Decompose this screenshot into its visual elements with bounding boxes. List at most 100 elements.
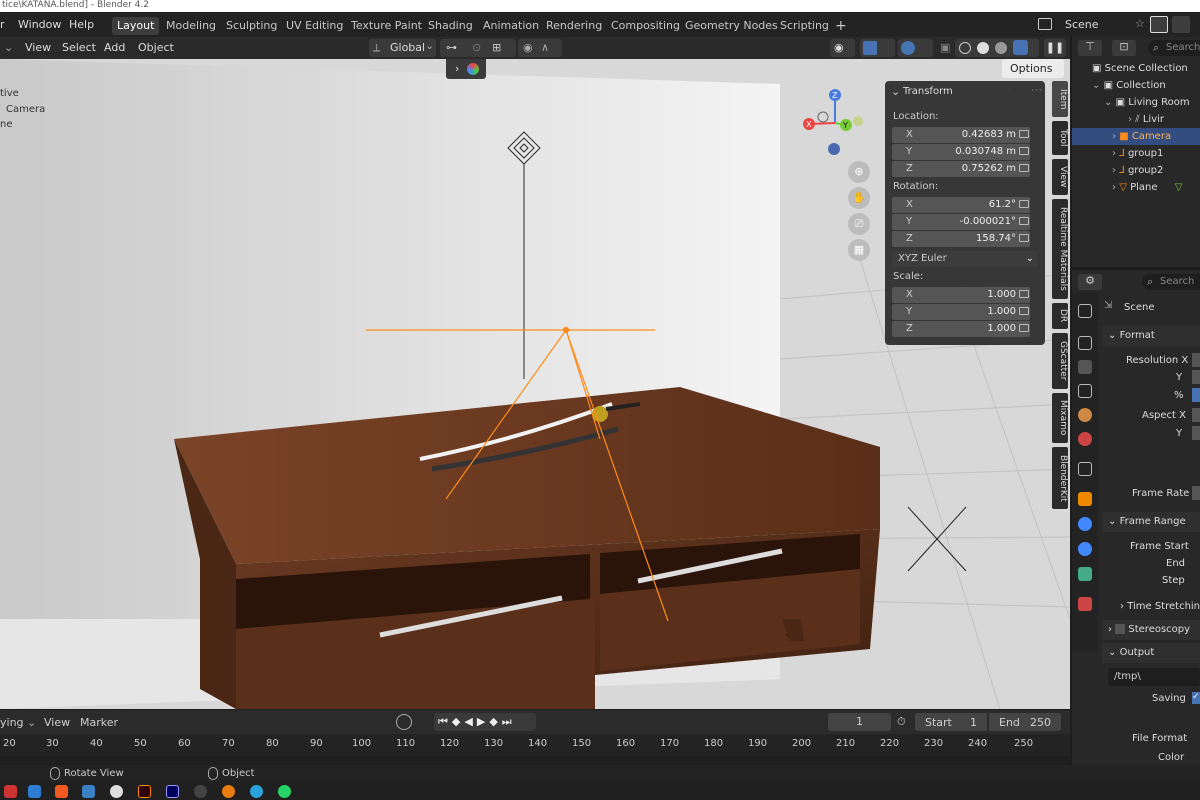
tab-layout[interactable]: Layout [112,17,160,35]
scale-z-field[interactable]: Z 1.000 [892,321,1030,337]
saving-checkbox[interactable]: ✓ [1192,692,1200,704]
outliner-row-plane[interactable]: › ▽ Plane ▽ [1072,179,1200,196]
tool-settings-toggle[interactable]: › [446,59,486,79]
view-layer-icon[interactable] [1078,384,1092,398]
editor-type-chevron-icon[interactable]: ⌄ [0,39,17,57]
app-icon[interactable] [194,785,207,798]
timeline-marker-menu[interactable]: Marker [80,716,118,729]
tab-dr[interactable]: DR [1052,303,1068,329]
rotation-x-field[interactable]: X 61.2° [892,197,1030,213]
timeline-view-menu[interactable]: View [44,716,70,729]
lock-icon[interactable] [1019,290,1029,298]
play-icon[interactable]: ▶ [477,715,489,728]
constraints-icon[interactable] [1078,542,1092,556]
current-frame-field[interactable]: 1 [828,713,891,731]
rotation-z-field[interactable]: Z 158.74° [892,231,1030,247]
start-frame-field[interactable]: Start 1 [915,713,987,731]
display-mode-icon[interactable]: ⊤ [1078,40,1102,56]
scale-x-field[interactable]: X 1.000 [892,287,1030,303]
format-section[interactable]: ⌄ Format [1102,326,1200,346]
playback-controls[interactable]: ⏮◆◀▶◆⏭ [434,713,536,731]
outliner-row-collection[interactable]: ⌄ ▣ Collection [1072,77,1200,94]
lock-icon[interactable] [1019,234,1029,242]
object-icon[interactable] [1078,492,1092,506]
outliner-search-input[interactable]: ⌕ Search [1148,40,1200,56]
resolution-y-field[interactable] [1192,370,1200,384]
perspective-grid-icon[interactable]: ▦ [848,239,870,261]
location-x-field[interactable]: X 0.42683 m [892,127,1030,143]
whatsapp-icon[interactable] [278,785,291,798]
world-icon[interactable] [1078,432,1092,446]
tab-uv-editing[interactable]: UV Editing [281,17,348,35]
frame-rate-dropdown[interactable] [1192,486,1200,500]
collapse-chevron-icon[interactable]: ⌄ [891,85,900,98]
menu-object[interactable]: Object [134,39,178,57]
lock-icon[interactable] [1019,200,1029,208]
menu-select[interactable]: Select [58,39,100,57]
menu-add[interactable]: Add [100,39,129,57]
pause-render-icon[interactable]: ❚❚ [1044,39,1066,57]
end-frame-field[interactable]: End 250 [989,713,1061,731]
shading-mode-group[interactable] [955,39,1039,57]
resolution-x-field[interactable] [1192,353,1200,367]
percent-field[interactable] [1192,388,1200,402]
timeline-ruler[interactable]: 20 30 40 50 60 70 80 90 100 110 120 130 … [0,734,1070,756]
outliner-row-scene-collection[interactable]: ▣ Scene Collection [1072,60,1200,77]
menu-view[interactable]: View [21,39,55,57]
copy-scene-icon[interactable] [1172,16,1190,33]
editor-type-icon[interactable]: ⚙ [1078,274,1102,290]
timeline-scrollbar[interactable] [0,756,1070,764]
stereoscopy-checkbox[interactable] [1115,624,1126,634]
outliner-row-livir[interactable]: › ⫽ Livir [1072,111,1200,128]
render-icon[interactable] [1078,336,1092,350]
properties-search-input[interactable]: ⌕ Search [1142,274,1200,290]
physics-icon[interactable] [1078,517,1092,531]
data-icon[interactable] [1078,567,1092,581]
location-z-field[interactable]: Z 0.75262 m [892,161,1030,177]
frame-range-section[interactable]: ⌄ Frame Range [1102,512,1200,532]
app-icon[interactable] [4,785,17,798]
drag-handle-icon[interactable]: ⋯ [1031,83,1042,96]
tab-texture-paint[interactable]: Texture Paint [346,17,427,35]
location-y-field[interactable]: Y 0.030748 m [892,144,1030,160]
overlay-toggle[interactable] [898,39,933,57]
time-stretching-subsection[interactable]: › Time Stretching [1120,601,1200,612]
filter-icon[interactable]: ⊡ [1112,40,1136,56]
rotation-mode-dropdown[interactable]: XYZ Euler ⌄ [892,251,1038,267]
aspect-y-field[interactable] [1192,426,1200,440]
output-path-field[interactable]: /tmp\ [1108,668,1200,686]
menu-render[interactable]: r [0,18,5,31]
tab-shading[interactable]: Shading [423,17,478,35]
next-keyframe-icon[interactable]: ◆ [489,715,501,728]
tab-realtime-materials[interactable]: Realtime Materials [1052,199,1068,299]
stereoscopy-section[interactable]: › Stereoscopy [1102,620,1200,640]
outliner-row-camera[interactable]: › ■ Camera [1072,128,1200,145]
output-section[interactable]: ⌄ Output [1102,643,1200,663]
tab-blenderkit[interactable]: BlenderKit [1052,447,1068,509]
xray-icon[interactable]: ▣ [936,39,954,57]
lock-icon[interactable] [1019,217,1029,225]
pin-icon[interactable]: ⇲ [1104,300,1112,311]
stopwatch-icon[interactable]: ⏱ [897,715,906,729]
3d-viewport[interactable]: tive Camera ne › Options ⌄ Z Y X ⊕ ✋ ⎚ ▦ [0,59,1070,709]
app-icon[interactable] [82,785,95,798]
tab-modeling[interactable]: Modeling [161,17,221,35]
outliner-row-living-room[interactable]: ⌄ ▣ Living Room [1072,94,1200,111]
tab-sculpting[interactable]: Sculpting [221,17,282,35]
jump-end-icon[interactable]: ⏭ [502,715,516,728]
menu-help[interactable]: Help [69,18,94,31]
visibility-toggle[interactable]: ◉ [830,39,855,57]
add-workspace-button[interactable]: + [830,17,852,35]
texture-icon[interactable] [1078,597,1092,611]
telegram-icon[interactable] [250,785,263,798]
zoom-icon[interactable]: ⊕ [848,161,870,183]
file-explorer-icon[interactable] [28,785,41,798]
pivot-snapping-group[interactable]: ⊶ ⊙ ⊞ [440,39,516,57]
lock-icon[interactable] [1019,164,1029,172]
play-reverse-icon[interactable]: ◀ [464,715,476,728]
navigation-gizmo[interactable]: Z Y X [800,85,870,161]
lock-icon[interactable] [1019,130,1029,138]
menu-window[interactable]: Window [18,18,61,31]
gizmo-toggle[interactable] [860,39,895,57]
brave-icon[interactable] [55,785,68,798]
